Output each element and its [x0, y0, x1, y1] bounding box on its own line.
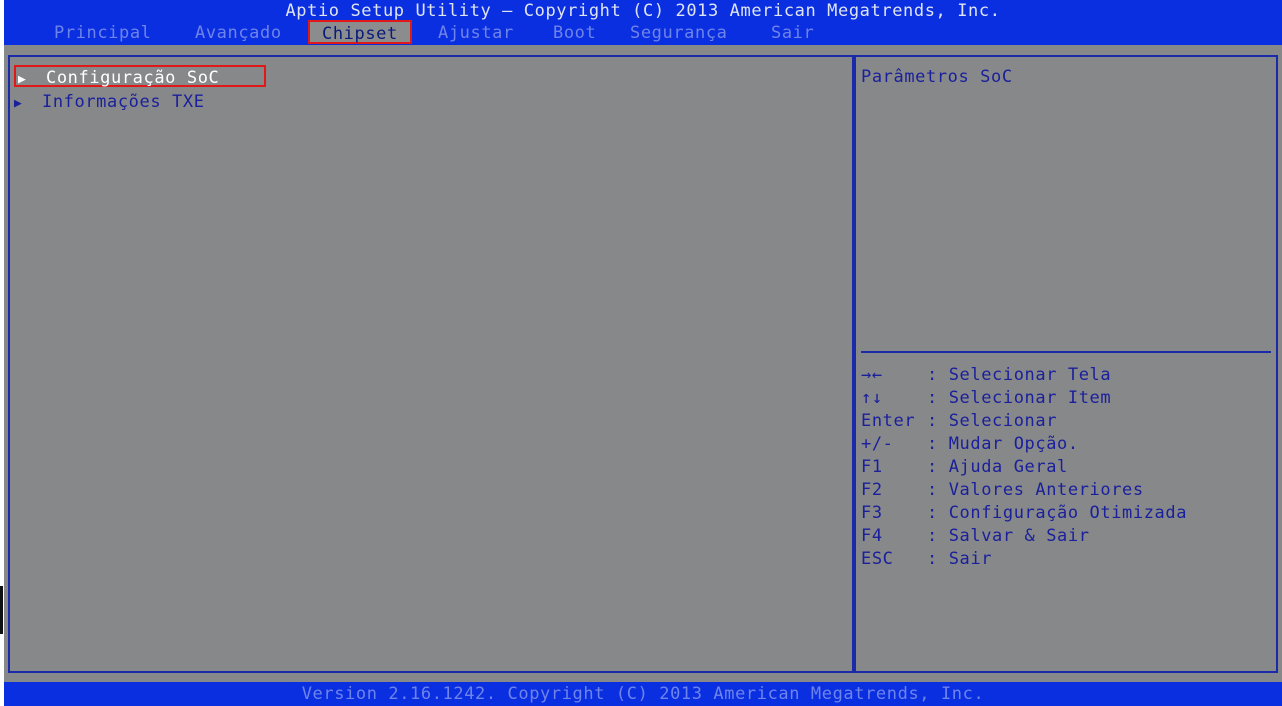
- help-description: Parâmetros SoC: [861, 67, 1013, 87]
- key-hint: F2: Valores Anteriores: [861, 480, 1144, 500]
- window-edge: [0, 586, 3, 634]
- menu-item-configuracao-soc[interactable]: ▶ Configuração SoC: [14, 65, 266, 88]
- key-label: ESC: [861, 549, 894, 569]
- key-label: Enter: [861, 411, 916, 431]
- key-hint: ↑↓: Selecionar Item: [861, 388, 1112, 408]
- tab-seguranca[interactable]: Segurança: [630, 22, 728, 44]
- main-frame: ▶ Configuração SoC ▶ Informações TXE Parâm…: [4, 45, 1282, 682]
- triangle-right-icon: ▶: [18, 72, 27, 87]
- tab-principal[interactable]: Principal: [54, 22, 152, 44]
- key-hint: +/-: Mudar Opção.: [861, 434, 1079, 454]
- menu-item-label: Informações TXE: [42, 92, 205, 112]
- key-label: F1: [861, 457, 883, 477]
- tab-chipset[interactable]: Chipset: [308, 20, 412, 44]
- key-label: →←: [861, 365, 883, 385]
- key-label: +/-: [861, 434, 894, 454]
- footer-version: Version 2.16.1242. Copyright (C) 2013 Am…: [4, 682, 1282, 706]
- menu-item-label: Configuração SoC: [46, 68, 220, 88]
- key-hint: Enter: Selecionar: [861, 411, 1058, 431]
- tab-sair[interactable]: Sair: [771, 22, 814, 44]
- key-hint: F3: Configuração Otimizada: [861, 503, 1188, 523]
- key-hint: →←: Selecionar Tela: [861, 365, 1112, 385]
- key-label: F3: [861, 503, 883, 523]
- key-label: ↑↓: [861, 388, 883, 408]
- tab-avancado[interactable]: Avançado: [195, 22, 282, 44]
- triangle-right-icon: ▶: [14, 96, 23, 111]
- help-divider: [861, 351, 1271, 353]
- tab-boot[interactable]: Boot: [553, 22, 596, 44]
- key-label: F4: [861, 526, 883, 546]
- app-title: Aptio Setup Utility – Copyright (C) 2013…: [285, 1, 1001, 21]
- key-hint: ESC: Sair: [861, 549, 993, 569]
- menu-panel: ▶ Configuração SoC ▶ Informações TXE: [8, 55, 854, 673]
- key-hint: F4: Salvar & Sair: [861, 526, 1090, 546]
- top-bar: Aptio Setup Utility – Copyright (C) 2013…: [4, 0, 1282, 45]
- tab-ajustar[interactable]: Ajustar: [438, 22, 514, 44]
- key-label: F2: [861, 480, 883, 500]
- key-hint: F1: Ajuda Geral: [861, 457, 1068, 477]
- help-panel: Parâmetros SoC →←: Selecionar Tela ↑↓: S…: [854, 55, 1278, 673]
- menu-item-informacoes-txe[interactable]: ▶ Informações TXE: [14, 91, 205, 113]
